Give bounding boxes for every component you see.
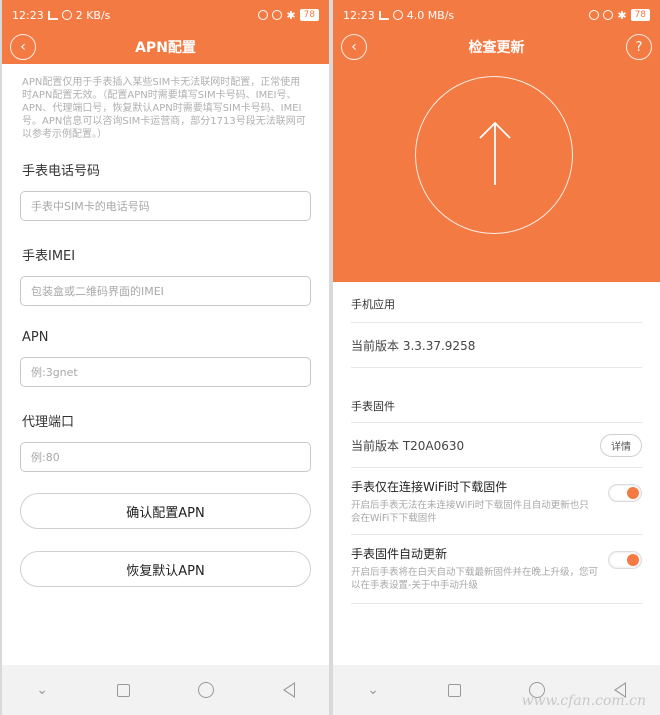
status-bar: 12:23 2 KB/s ✱ 78	[2, 0, 329, 30]
update-hero	[333, 64, 660, 282]
battery-indicator: 78	[630, 9, 650, 21]
network-speed: 4.0 MB/s	[406, 8, 455, 22]
page-title: 检查更新	[468, 40, 525, 56]
auto-update-toggle[interactable]	[608, 551, 642, 569]
auto-update-desc: 开启后手表将在白天自动下载最新固件并在晚上升级，您可以在手表设置-关于中手动升级	[351, 567, 599, 591]
network-speed: 2 KB/s	[75, 8, 111, 22]
chevron-left-icon: ‹	[20, 39, 26, 55]
recents-button[interactable]	[116, 683, 130, 697]
chevron-down-icon[interactable]: ⌄	[36, 682, 48, 698]
home-button[interactable]	[198, 682, 215, 698]
nav-bar: ‹ 检查更新 ?	[333, 30, 660, 64]
auto-update-row: 手表固件自动更新 开启后手表将在白天自动下载最新固件并在晚上升级，您可以在手表设…	[333, 545, 660, 603]
details-button[interactable]: 详情	[600, 433, 642, 457]
signal-icon	[378, 10, 389, 20]
system-nav-bar: ⌄	[2, 665, 329, 715]
wifi-only-download-desc: 开启后手表无法在未连接WiFi时下载固件且自动更新也只会在WiFi下下载固件	[351, 500, 589, 524]
divider	[351, 603, 642, 604]
battery-indicator: 78	[299, 9, 319, 21]
check-update-screen: 12:23 4.0 MB/s ✱ 78 ‹ 检查更新 ? 手机应用 当前版本 3…	[333, 0, 660, 715]
proxy-port-input[interactable]: 例:80	[20, 442, 311, 472]
signal-icon	[47, 10, 58, 20]
alarm-icon	[589, 10, 600, 20]
composite-screenshot: 12:23 2 KB/s ✱ 78 ‹ APN配置 APN配置仅用于手表插入某些…	[0, 0, 660, 715]
firmware-version-row: 当前版本 T20A0630 详情	[333, 423, 660, 467]
back-button[interactable]: ‹	[10, 34, 36, 60]
clock: 12:23	[12, 8, 44, 22]
firmware-section-title: 手表固件	[351, 400, 395, 413]
wifi-icon	[61, 10, 72, 20]
back-button[interactable]: ‹	[341, 34, 367, 60]
wifi-icon	[392, 10, 403, 20]
auto-update-title: 手表固件自动更新	[351, 547, 448, 561]
alarm-icon	[258, 10, 269, 20]
wifi-only-download-row: 手表仅在连接WiFi时下载固件 开启后手表无法在未连接WiFi时下载固件且自动更…	[333, 478, 660, 534]
nav-bar: ‹ APN配置	[2, 30, 329, 64]
restore-apn-button[interactable]: 恢复默认APN	[20, 551, 311, 587]
divider	[351, 367, 642, 368]
update-circle[interactable]	[415, 76, 573, 234]
watermark: www.cfan.com.cn	[521, 693, 646, 709]
bluetooth-icon: ✱	[286, 8, 296, 22]
divider	[351, 467, 642, 468]
toggle-knob	[627, 554, 639, 566]
toggle-knob	[627, 487, 639, 499]
help-button[interactable]: ?	[626, 34, 652, 60]
imei-label: 手表IMEI	[22, 249, 76, 264]
status-bar: 12:23 4.0 MB/s ✱ 78	[333, 0, 660, 30]
chevron-down-icon[interactable]: ⌄	[367, 682, 379, 698]
apn-label: APN	[22, 330, 49, 345]
apn-input[interactable]: 例:3gnet	[20, 357, 311, 387]
app-version: 当前版本 3.3.37.9258	[351, 338, 476, 353]
apn-description: APN配置仅用于手表插入某些SIM卡无法联网时配置，正常使用时APN配置无效。（…	[22, 77, 306, 140]
chevron-left-icon: ‹	[351, 39, 357, 55]
lock-icon	[603, 10, 614, 20]
question-icon: ?	[635, 39, 643, 55]
proxy-port-label: 代理端口	[22, 415, 75, 430]
recents-button[interactable]	[447, 683, 461, 697]
app-version-row: 当前版本 3.3.37.9258	[333, 323, 660, 367]
phone-number-label: 手表电话号码	[22, 164, 101, 179]
app-section-title: 手机应用	[351, 298, 395, 311]
firmware-version: 当前版本 T20A0630	[351, 438, 465, 453]
wifi-only-download-toggle[interactable]	[608, 484, 642, 502]
clock: 12:23	[343, 8, 375, 22]
confirm-apn-button[interactable]: 确认配置APN	[20, 493, 311, 529]
back-nav-button[interactable]	[282, 682, 295, 698]
arrow-up-icon	[479, 121, 511, 185]
phone-number-input[interactable]: 手表中SIM卡的电话号码	[20, 191, 311, 221]
bluetooth-icon: ✱	[617, 8, 627, 22]
imei-input[interactable]: 包装盒或二维码界面的IMEI	[20, 276, 311, 306]
divider	[351, 534, 642, 535]
page-title: APN配置	[135, 40, 196, 56]
wifi-only-download-title: 手表仅在连接WiFi时下载固件	[351, 480, 508, 494]
lock-icon	[272, 10, 283, 20]
apn-config-screen: 12:23 2 KB/s ✱ 78 ‹ APN配置 APN配置仅用于手表插入某些…	[2, 0, 329, 715]
